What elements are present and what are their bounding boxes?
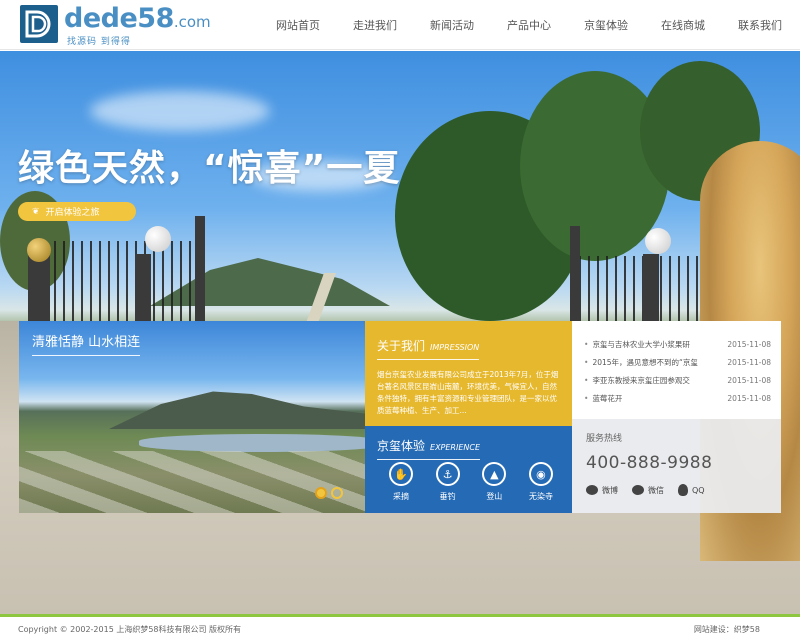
weibo-link[interactable]: 微博 xyxy=(586,485,618,496)
leaf-icon: ❦ xyxy=(32,206,40,217)
nav-item-contact[interactable]: 联系我们 xyxy=(738,17,782,33)
social-links: 微博 微信 QQ xyxy=(586,484,769,496)
wechat-icon xyxy=(632,485,644,495)
news-title: 李亚东教授来京玺庄园参观交 xyxy=(584,375,706,386)
slider-dots xyxy=(315,487,347,499)
about-panel: 关于我们 IMPRESSION 烟台京玺农业发展有限公司成立于2013年7月，位于… xyxy=(365,321,572,426)
main-nav: 网站首页 走进我们 新闻活动 产品中心 京玺体验 在线商城 联系我们 xyxy=(276,0,782,50)
experience-item-temple[interactable]: ◉ 无染寺 xyxy=(521,462,561,502)
logo-word: dede xyxy=(64,3,138,34)
experience-item-hiking[interactable]: ▲ 登山 xyxy=(474,462,514,502)
experience-title-en: EXPERIENCE xyxy=(430,443,481,452)
about-title-en: IMPRESSION xyxy=(430,343,480,352)
experience-label: 无染寺 xyxy=(528,492,553,501)
experience-heading[interactable]: 京玺体验 EXPERIENCE xyxy=(377,437,481,460)
footer-credit[interactable]: 网站建设：织梦58 xyxy=(694,624,760,635)
hand-icon: ✋ xyxy=(389,462,413,486)
news-title: 京玺与吉林农业大学小浆果研 xyxy=(584,339,706,350)
nav-item-news[interactable]: 新闻活动 xyxy=(430,17,474,33)
experience-label: 采摘 xyxy=(393,492,409,501)
logo-number: 58 xyxy=(137,3,174,34)
nav-item-home[interactable]: 网站首页 xyxy=(276,17,320,33)
news-title: 蓝莓花开 xyxy=(584,393,706,404)
site-logo[interactable]: dede58.com 找源码 到得得 xyxy=(20,3,211,47)
hotline-label: 服务热线 xyxy=(586,434,623,444)
wechat-link[interactable]: 微信 xyxy=(632,485,664,496)
gate-left xyxy=(0,216,210,331)
start-journey-label: 开启体验之旅 xyxy=(45,208,100,218)
news-title: 2015年，遇见意想不到的“京玺 xyxy=(584,357,706,368)
weibo-label: 微博 xyxy=(602,485,618,495)
qq-label: QQ xyxy=(692,485,705,495)
about-text: 烟台京玺农业发展有限公司成立于2013年7月，位于烟台著名风景区昆嵛山南麓，环境… xyxy=(377,370,559,415)
experience-item-fishing[interactable]: ⚓ 垂钓 xyxy=(428,462,468,502)
site-header: dede58.com 找源码 到得得 网站首页 走进我们 新闻活动 产品中心 京… xyxy=(0,0,800,50)
slider-dot-active[interactable] xyxy=(315,487,327,499)
news-list: 京玺与吉林农业大学小浆果研 2015-11-08 2015年，遇见意想不到的“京… xyxy=(572,321,781,419)
experience-label: 垂钓 xyxy=(439,492,456,501)
news-item[interactable]: 2015年，遇见意想不到的“京玺 2015-11-08 xyxy=(584,353,771,371)
experience-label: 登山 xyxy=(486,492,503,501)
gold-ball xyxy=(27,238,51,262)
logo-mark-icon xyxy=(20,5,58,43)
photo-slider[interactable]: 清雅恬静 山水相连 xyxy=(19,321,365,513)
start-journey-button[interactable]: ❦ 开启体验之旅 xyxy=(18,202,136,221)
logo-domain: .com xyxy=(173,13,211,31)
nav-item-products[interactable]: 产品中心 xyxy=(507,17,551,33)
about-heading[interactable]: 关于我们 IMPRESSION xyxy=(377,337,480,360)
hotline-panel: 服务热线 400-888-9988 微博 微信 QQ xyxy=(572,419,781,513)
qq-icon xyxy=(678,484,688,496)
site-footer: Copyright © 2002-2015 上海织梦58科技有限公司 版权所有 … xyxy=(0,614,800,641)
hero-title: 绿色天然，“惊喜”一夏 xyxy=(18,148,401,189)
experience-panel: 京玺体验 EXPERIENCE ✋ 采摘 ⚓ 垂钓 ▲ 登山 ◉ 无染寺 xyxy=(365,426,572,513)
fishing-icon: ⚓ xyxy=(435,462,460,486)
photo-mountain xyxy=(109,391,365,429)
nav-item-shop[interactable]: 在线商城 xyxy=(661,17,705,33)
nav-item-about[interactable]: 走进我们 xyxy=(353,17,397,33)
cloud xyxy=(90,91,270,131)
white-ball xyxy=(145,226,171,252)
about-title: 关于我们 xyxy=(377,339,426,353)
news-date: 2015-11-08 xyxy=(727,393,771,403)
hotline-phone: 400-888-9988 xyxy=(586,453,713,473)
nav-item-experience[interactable]: 京玺体验 xyxy=(584,17,628,33)
copyright-text: Copyright © 2002-2015 上海织梦58科技有限公司 版权所有 xyxy=(18,624,242,634)
weibo-icon xyxy=(586,485,598,495)
wechat-label: 微信 xyxy=(648,485,664,495)
news-date: 2015-11-08 xyxy=(727,357,771,367)
experience-item-picking[interactable]: ✋ 采摘 xyxy=(381,462,421,502)
news-item[interactable]: 蓝莓花开 2015-11-08 xyxy=(584,389,771,407)
qq-link[interactable]: QQ xyxy=(678,484,705,496)
news-item[interactable]: 李亚东教授来京玺庄园参观交 2015-11-08 xyxy=(584,371,771,389)
experience-title: 京玺体验 xyxy=(377,439,426,453)
photo-stone-path xyxy=(19,451,365,513)
photo-title: 清雅恬静 山水相连 xyxy=(32,331,141,356)
mountain-icon: ▲ xyxy=(482,462,507,486)
photo-lake xyxy=(139,434,365,452)
news-item[interactable]: 京玺与吉林农业大学小浆果研 2015-11-08 xyxy=(584,335,771,353)
eye-icon: ◉ xyxy=(528,462,553,486)
news-date: 2015-11-08 xyxy=(727,339,771,349)
white-ball xyxy=(645,228,671,254)
news-date: 2015-11-08 xyxy=(727,375,771,385)
slider-dot[interactable] xyxy=(331,487,343,499)
